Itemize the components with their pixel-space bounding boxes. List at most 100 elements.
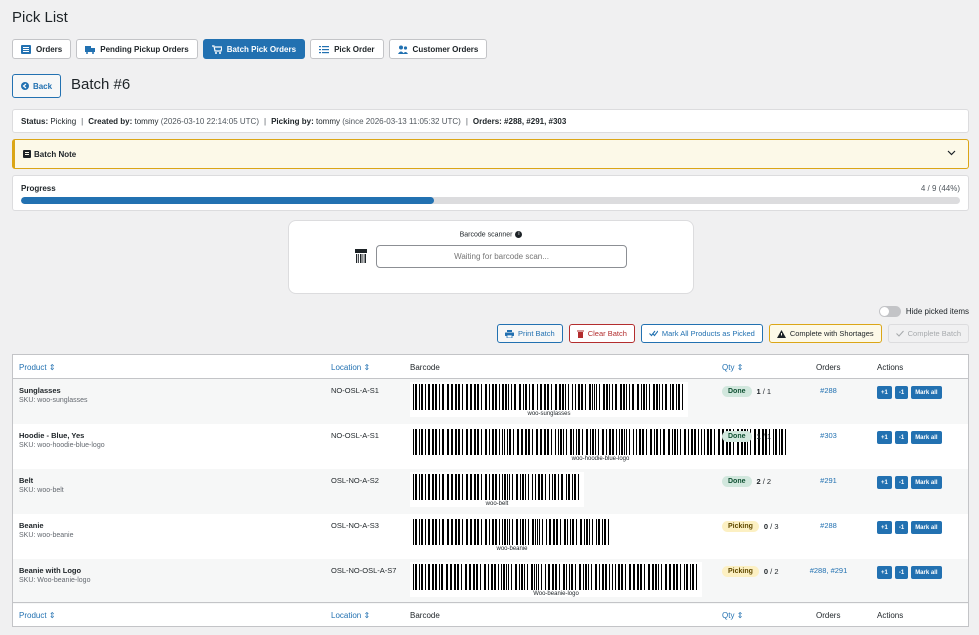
orders-label: Orders: [472,116,502,126]
column-qty: Qty [722,611,735,620]
qty-picked: 2 [756,477,761,486]
barcode-scan-input[interactable] [376,245,627,268]
info-icon[interactable]: i [515,231,523,238]
barcode-image [413,474,579,500]
order-link[interactable]: #291 [791,476,866,485]
qty-value: 1 / 1 [757,387,772,396]
chevron-down-icon [947,150,956,156]
plus-one-button[interactable]: +1 [877,521,892,534]
toggle-switch[interactable] [878,306,901,317]
location-cell: OSL-NO-A-S3 [331,521,379,530]
location-cell: OSL-NO-A-S2 [331,476,379,485]
product-sku: SKU: woo-sunglasses [19,397,88,404]
sort-icon: ⇕ [48,611,56,620]
sort-product-footer[interactable]: Product ⇕ [19,611,56,620]
mark-all-button[interactable]: Mark all [911,521,942,534]
order-link[interactable]: #288 [791,386,866,395]
batch-actions-bar: Print Batch Clear Batch Mark All Product… [497,324,969,343]
sort-qty-footer[interactable]: Qty ⇕ [722,611,743,620]
progress-label: Progress [21,184,56,193]
location-cell: NO-OSL-A-S1 [331,431,379,440]
table-header: Product ⇕ Location ⇕ Barcode Qty ⇕ Order… [13,355,968,379]
minus-one-button[interactable]: -1 [894,566,909,579]
mark-all-button[interactable]: Mark all [911,386,942,399]
tab-pending-pickup-orders[interactable]: Pending Pickup Orders [76,39,198,59]
picking-user: tommy [316,116,340,126]
check-icon [895,330,904,337]
minus-one-button[interactable]: -1 [894,386,909,399]
product-sku: SKU: woo-beanie [19,532,74,539]
batch-note-toggle[interactable]: Batch Note [12,139,969,169]
minus-one-button[interactable]: -1 [894,476,909,489]
column-location: Location [331,363,362,372]
tab-batch-pick-orders[interactable]: Batch Pick Orders [202,39,306,59]
print-batch-button[interactable]: Print Batch [497,324,563,343]
batch-note-label: Batch Note [34,149,77,159]
status-badge: Done [722,476,752,487]
table-footer: Product ⇕ Location ⇕ Barcode Qty ⇕ Order… [13,602,968,626]
product-cell: Belt SKU: woo-belt [19,476,64,494]
tab-pick-order[interactable]: Pick Order [310,39,384,59]
qty-cell: Picking 0 / 3 [722,521,779,532]
qty-picked: 0 [763,522,769,531]
list-icon [21,44,31,54]
column-qty: Qty [722,363,735,372]
truck-icon [85,45,96,54]
tab-orders[interactable]: Orders [12,39,72,59]
tab-label: Orders [36,44,63,54]
qty-picked: 1 [756,432,761,441]
qty-total: / 2 [762,477,772,486]
mark-all-button[interactable]: Mark all [911,566,942,579]
users-icon [397,45,408,54]
qty-picked: 1 [756,387,761,396]
product-name: Sunglasses [19,386,61,395]
minus-one-button[interactable]: -1 [894,431,909,444]
sort-icon: ⇕ [363,611,371,620]
plus-one-button[interactable]: +1 [877,476,892,489]
complete-with-shortages-button[interactable]: Complete with Shortages [768,324,882,343]
qty-cell: Done 1 / 1 [722,431,771,442]
sort-product[interactable]: Product ⇕ [19,363,56,372]
clear-batch-button[interactable]: Clear Batch [568,324,635,343]
picking-time: (since 2026-03-13 11:05:32 UTC) [342,116,461,126]
sort-location-footer[interactable]: Location ⇕ [331,611,370,620]
mark-all-button[interactable]: Mark all [911,431,942,444]
minus-one-button[interactable]: -1 [894,521,909,534]
sort-location[interactable]: Location ⇕ [331,363,370,372]
sort-qty[interactable]: Qty ⇕ [722,363,743,372]
plus-one-button[interactable]: +1 [877,386,892,399]
complete-batch-button[interactable]: Complete Batch [887,324,969,343]
barcode-text: woo-hoodie-blue-logo [571,456,630,462]
mark-all-button[interactable]: Mark all [911,476,942,489]
sort-icon: ⇕ [363,363,371,372]
sort-icon: ⇕ [736,611,744,620]
hide-picked-toggle[interactable]: Hide picked items [878,306,969,317]
row-actions: +1 -1 Mark all [877,431,942,444]
tab-label: Customer Orders [412,44,479,54]
product-cell: Beanie with Logo SKU: Woo-beanie-logo [19,566,90,584]
order-link[interactable]: #288, #291 [791,566,866,575]
order-link[interactable]: #303 [791,431,866,440]
page-title: Pick List [12,9,68,26]
column-barcode: Barcode [410,611,440,620]
mark-all-picked-button[interactable]: Mark All Products as Picked [640,324,763,343]
tab-label: Pick Order [334,44,375,54]
tab-customer-orders[interactable]: Customer Orders [388,39,488,59]
order-link[interactable]: #288 [791,521,866,530]
complete-with-shortages-label: Complete with Shortages [789,329,874,338]
plus-one-button[interactable]: +1 [877,431,892,444]
tab-bar: Orders Pending Pickup Orders Batch Pick … [12,39,488,59]
plus-one-button[interactable]: +1 [877,566,892,579]
product-cell: Sunglasses SKU: woo-sunglasses [19,386,87,404]
row-actions: +1 -1 Mark all [877,521,942,534]
row-actions: +1 -1 Mark all [877,386,942,399]
qty-total: / 1 [762,387,772,396]
trash-icon [576,330,584,338]
barcode-cell: woo-belt [410,472,584,507]
progress-fill [21,197,435,204]
pick-list-table: Product ⇕ Location ⇕ Barcode Qty ⇕ Order… [12,354,969,627]
back-button[interactable]: Back [12,74,61,98]
product-name: Beanie with Logo [19,566,82,575]
barcode-cell: woo-sunglasses [410,382,688,417]
barcode-text: woo-belt [485,501,509,507]
